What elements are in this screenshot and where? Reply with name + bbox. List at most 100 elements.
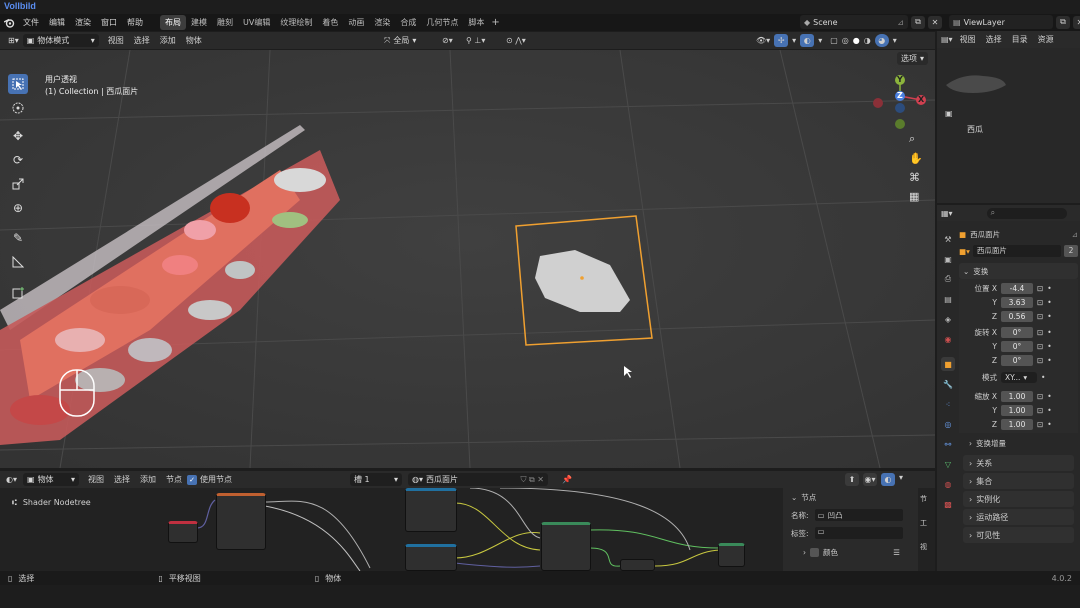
overlay-toggle-icon[interactable]: ◐	[881, 473, 895, 486]
add-workspace-button[interactable]: +	[491, 17, 499, 28]
workspace-tab-3[interactable]: UV编辑	[238, 15, 275, 30]
list-icon[interactable]: ☰	[893, 548, 900, 557]
workspace-tab-2[interactable]: 雕刻	[212, 15, 238, 30]
new-scene-button[interactable]: ⧉	[911, 15, 925, 29]
outliner-menu-item[interactable]: 资源	[1033, 34, 1059, 45]
workspace-tab-7[interactable]: 渲染	[369, 15, 395, 30]
node-editor-canvas[interactable]: ⑆ Shader Nodetree ⌄ 节点 名称: ▭ 凹凸 标签: ▭ › …	[0, 488, 935, 571]
menu-item-1[interactable]: 编辑	[44, 17, 70, 28]
gizmo-toggle-icon[interactable]: ✢	[774, 34, 789, 47]
use-nodes-checkbox[interactable]: ✓ 使用节点	[187, 474, 232, 485]
pivot-icon[interactable]: ⊘▾	[442, 36, 453, 45]
data-tab-icon[interactable]: ▽	[941, 457, 955, 471]
node-small-2[interactable]	[620, 559, 655, 571]
menu-item-2[interactable]: 渲染	[70, 17, 96, 28]
properties-panel-header[interactable]: › 可见性	[963, 527, 1074, 543]
chevron-down-icon[interactable]: ▾	[792, 36, 796, 45]
node-menu-item[interactable]: 添加	[135, 474, 161, 485]
transform-header[interactable]: ⌄ 变换	[959, 263, 1078, 279]
backdrop-icon[interactable]: ◉▾	[863, 473, 877, 486]
delete-viewlayer-button[interactable]: ✕	[1073, 15, 1080, 29]
annotate-tool-icon[interactable]: ✎	[8, 228, 28, 248]
outliner-item-label[interactable]: 西瓜	[967, 124, 983, 135]
delete-scene-button[interactable]: ✕	[928, 15, 942, 29]
xray-icon[interactable]: ▢	[830, 36, 838, 45]
orientation-selector[interactable]: ⤧ 全局 ▾	[380, 34, 436, 47]
scene-selector[interactable]: ◆ Scene ⊿	[800, 15, 908, 29]
value-field[interactable]: -4.4	[1001, 282, 1033, 294]
shading-solid-icon[interactable]: ●	[853, 36, 860, 45]
workspace-tab-1[interactable]: 建模	[186, 15, 212, 30]
properties-panel-header[interactable]: › 实例化	[963, 491, 1074, 507]
menu-item-4[interactable]: 帮助	[122, 17, 148, 28]
overlay-toggle-icon[interactable]: ◐	[800, 34, 815, 47]
chevron-down-icon[interactable]: ▾	[818, 36, 822, 45]
properties-editor-icon[interactable]: ▦▾	[941, 209, 953, 218]
keyframe-dot-icon[interactable]: •	[1047, 406, 1051, 415]
new-viewlayer-button[interactable]: ⧉	[1056, 15, 1070, 29]
tool-tab-icon[interactable]: ⚒	[941, 232, 955, 246]
rotate-tool-icon[interactable]: ⟳	[8, 150, 28, 170]
node-menu-item[interactable]: 视图	[83, 474, 109, 485]
ortho-grid-icon[interactable]: ▦	[909, 190, 923, 203]
outliner-menu-item[interactable]: 目录	[1007, 34, 1033, 45]
object-tab-icon[interactable]: ■	[941, 357, 955, 371]
node-output[interactable]	[718, 543, 745, 567]
viewport-menu-item[interactable]: 物体	[181, 35, 207, 46]
keyframe-dot-icon[interactable]: •	[1041, 373, 1045, 382]
delta-transform-header[interactable]: › 变换增量	[959, 435, 1078, 451]
value-field[interactable]: 1.00	[1001, 390, 1033, 402]
parent-node-tree-icon[interactable]: ⬆	[845, 473, 859, 486]
keyframe-dot-icon[interactable]: •	[1047, 284, 1051, 293]
value-field[interactable]: 0.56	[1001, 310, 1033, 322]
view-layer-tab-icon[interactable]: ▤	[941, 292, 955, 306]
lock-icon[interactable]: ⊡	[1037, 328, 1043, 337]
outliner-editor-icon[interactable]: ▤▾	[941, 35, 953, 44]
viewlayer-selector[interactable]: ▤ ViewLayer	[949, 15, 1053, 29]
pin-icon[interactable]: 📌	[562, 475, 572, 484]
menu-item-3[interactable]: 窗口	[96, 17, 122, 28]
shading-wireframe-icon[interactable]: ◎	[842, 36, 849, 45]
properties-panel-header[interactable]: › 集合	[963, 473, 1074, 489]
outliner-menu-item[interactable]: 选择	[981, 34, 1007, 45]
material-tab-icon[interactable]: ◍	[941, 477, 955, 491]
shading-rendered-icon[interactable]: ◕	[874, 34, 889, 47]
mode-selector[interactable]: ▣ 物体模式 ▾	[22, 34, 99, 47]
chevron-down-icon[interactable]: ▾	[893, 36, 897, 45]
node-editor-type-icon[interactable]: ◐▾	[6, 475, 17, 484]
users-count[interactable]: 2	[1064, 245, 1078, 257]
physics-tab-icon[interactable]: ◎	[941, 417, 955, 431]
keyframe-dot-icon[interactable]: •	[1047, 420, 1051, 429]
chevron-down-icon[interactable]: ▾	[899, 473, 903, 486]
add-cube-tool-icon[interactable]	[8, 282, 28, 302]
output-tab-icon[interactable]: ⎙	[941, 272, 955, 286]
blender-logo-icon[interactable]	[0, 18, 18, 28]
keyframe-dot-icon[interactable]: •	[1047, 342, 1051, 351]
render-tab-icon[interactable]: ▣	[941, 252, 955, 266]
options-dropdown[interactable]: 选项 ▾	[897, 52, 929, 65]
lock-icon[interactable]: ⊡	[1037, 312, 1043, 321]
value-field[interactable]: 1.00	[1001, 418, 1033, 430]
outliner-item-icon[interactable]: ▣	[945, 109, 953, 118]
object-data-icon[interactable]: ■▾	[959, 247, 970, 256]
texture-tab-icon[interactable]: ▩	[941, 497, 955, 511]
modifier-tab-icon[interactable]: 🔧	[941, 377, 955, 391]
3d-viewport[interactable]: 用户透视 (1) Collection | 西瓜面片 ✥ ⟳ ⊕ ✎ Y X Z…	[0, 50, 935, 468]
node-mapping-2[interactable]	[405, 544, 457, 571]
value-field[interactable]: 3.63	[1001, 296, 1033, 308]
rotation-mode-dropdown[interactable]: XY... ▾	[1001, 371, 1037, 383]
object-name-field[interactable]: 西瓜面片	[972, 245, 1061, 257]
value-field[interactable]: 0°	[1001, 354, 1033, 366]
camera-icon[interactable]: ⌘	[909, 171, 923, 184]
keyframe-dot-icon[interactable]: •	[1047, 356, 1051, 365]
workspace-tab-4[interactable]: 纹理绘制	[275, 15, 317, 30]
outliner-menu-item[interactable]: 视图	[955, 34, 981, 45]
menu-item-0[interactable]: 文件	[18, 17, 44, 28]
node-bsdf[interactable]	[541, 522, 591, 571]
node-type-selector[interactable]: ▣ 物体 ▾	[23, 473, 79, 486]
keyframe-dot-icon[interactable]: •	[1047, 298, 1051, 307]
properties-search-input[interactable]: ⌕	[986, 207, 1067, 219]
select-box-tool-icon[interactable]	[8, 74, 28, 94]
scale-tool-icon[interactable]	[8, 174, 28, 194]
node-color-header[interactable]: › 颜色 ☰	[783, 542, 918, 562]
